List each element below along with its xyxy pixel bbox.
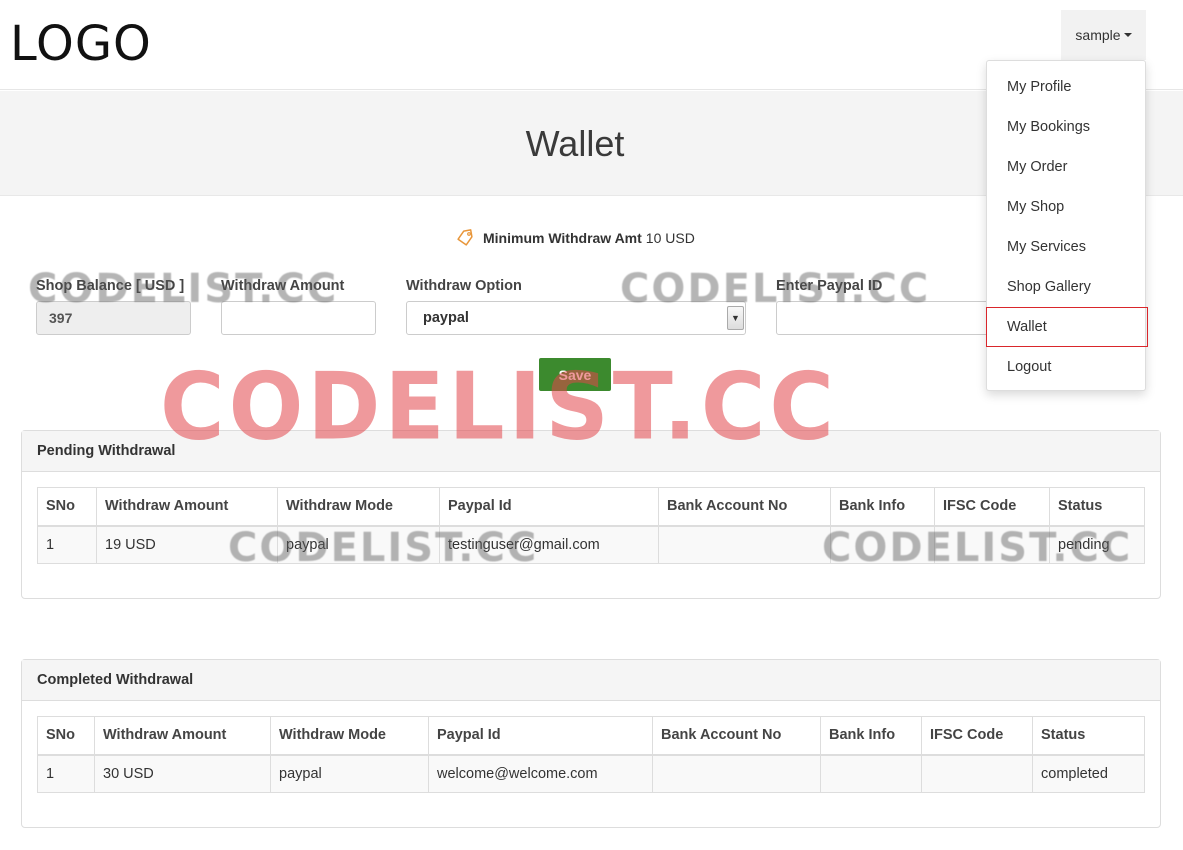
chevron-down-icon[interactable]: ▼ xyxy=(727,306,744,330)
page-title: Wallet xyxy=(525,123,625,164)
column-header: SNo xyxy=(37,487,97,527)
column-header: Bank Info xyxy=(820,716,922,756)
table-cell xyxy=(934,525,1050,564)
site-logo[interactable]: LOGO xyxy=(10,16,152,72)
table-header-row: SNo Withdraw Amount Withdraw Mode Paypal… xyxy=(37,487,1145,527)
table-cell: 1 xyxy=(37,754,95,793)
table-row: 1 19 USD paypal testinguser@gmail.com pe… xyxy=(37,525,1145,564)
withdraw-amount-label: Withdraw Amount xyxy=(221,278,345,294)
completed-panel-title: Completed Withdrawal xyxy=(22,660,1160,701)
menu-item-my-order[interactable]: My Order xyxy=(987,147,1145,187)
menu-item-my-shop[interactable]: My Shop xyxy=(987,187,1145,227)
column-header: Withdraw Mode xyxy=(277,487,440,527)
column-header: Paypal Id xyxy=(428,716,653,756)
table-cell: pending xyxy=(1049,525,1145,564)
shop-balance-field xyxy=(36,301,191,335)
table-cell: 30 USD xyxy=(94,754,271,793)
table-row: 1 30 USD paypal welcome@welcome.com comp… xyxy=(37,754,1145,793)
column-header: Bank Account No xyxy=(658,487,831,527)
table-cell: paypal xyxy=(270,754,429,793)
table-header-row: SNo Withdraw Amount Withdraw Mode Paypal… xyxy=(37,716,1145,756)
menu-item-my-services[interactable]: My Services xyxy=(987,227,1145,267)
table-cell xyxy=(820,754,922,793)
paypal-id-label: Enter Paypal ID xyxy=(776,278,883,294)
column-header: IFSC Code xyxy=(934,487,1050,527)
column-header: Withdraw Amount xyxy=(94,716,271,756)
caret-down-icon xyxy=(1123,33,1132,37)
table-cell: paypal xyxy=(277,525,440,564)
menu-item-shop-gallery[interactable]: Shop Gallery xyxy=(987,267,1145,307)
user-menu-label: sample xyxy=(1075,27,1121,43)
column-header: Status xyxy=(1032,716,1145,756)
column-header: SNo xyxy=(37,716,95,756)
column-header: Paypal Id xyxy=(439,487,659,527)
withdraw-option-value: paypal xyxy=(423,310,469,326)
user-menu-toggle[interactable]: sample xyxy=(1061,10,1146,60)
table-cell xyxy=(652,754,821,793)
completed-withdrawal-panel: Completed Withdrawal SNo Withdraw Amount… xyxy=(21,659,1161,828)
column-header: Status xyxy=(1049,487,1145,527)
withdraw-option-select[interactable]: paypal ▼ xyxy=(406,301,746,335)
tag-icon xyxy=(457,229,473,246)
save-button[interactable]: Save xyxy=(539,358,611,391)
withdraw-amount-input[interactable] xyxy=(221,301,376,335)
table-cell xyxy=(830,525,935,564)
min-withdraw-note: Minimum Withdraw Amt 10 USD xyxy=(455,228,695,248)
menu-item-wallet[interactable]: Wallet xyxy=(986,307,1148,347)
pending-withdrawal-panel: Pending Withdrawal SNo Withdraw Amount W… xyxy=(21,430,1161,599)
min-withdraw-amount: 10 USD xyxy=(645,230,695,246)
column-header: IFSC Code xyxy=(921,716,1033,756)
pending-table: SNo Withdraw Amount Withdraw Mode Paypal… xyxy=(37,487,1145,564)
completed-table: SNo Withdraw Amount Withdraw Mode Paypal… xyxy=(37,716,1145,793)
table-cell: 1 xyxy=(37,525,97,564)
menu-item-my-bookings[interactable]: My Bookings xyxy=(987,107,1145,147)
min-withdraw-label: Minimum Withdraw Amt xyxy=(483,230,642,246)
table-cell xyxy=(658,525,831,564)
table-cell xyxy=(921,754,1033,793)
column-header: Withdraw Mode xyxy=(270,716,429,756)
pending-panel-title: Pending Withdrawal xyxy=(22,431,1160,472)
table-cell: completed xyxy=(1032,754,1145,793)
column-header: Bank Account No xyxy=(652,716,821,756)
menu-item-my-profile[interactable]: My Profile xyxy=(987,67,1145,107)
withdraw-option-label: Withdraw Option xyxy=(406,278,522,294)
shop-balance-label: Shop Balance [ USD ] xyxy=(36,278,185,294)
column-header: Withdraw Amount xyxy=(96,487,278,527)
table-cell: welcome@welcome.com xyxy=(428,754,653,793)
column-header: Bank Info xyxy=(830,487,935,527)
table-cell: testinguser@gmail.com xyxy=(439,525,659,564)
table-cell: 19 USD xyxy=(96,525,278,564)
menu-item-logout[interactable]: Logout xyxy=(987,347,1145,387)
user-dropdown-menu: My Profile My Bookings My Order My Shop … xyxy=(986,60,1148,391)
